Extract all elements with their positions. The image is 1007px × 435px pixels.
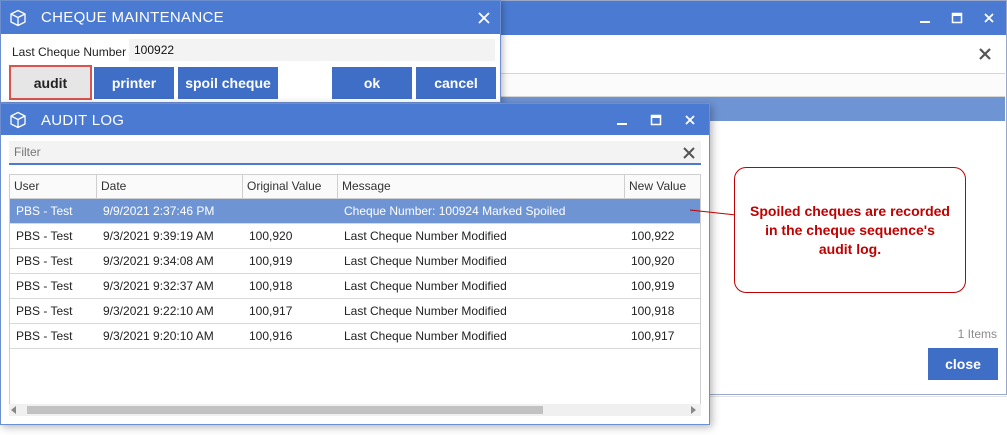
table-row[interactable]: PBS - Test 9/3/2021 9:20:10 AM 100,916 L… — [10, 324, 700, 349]
cell-message: Last Cheque Number Modified — [344, 279, 507, 293]
close-button[interactable]: close — [928, 348, 998, 380]
cancel-button[interactable]: cancel — [416, 67, 496, 99]
cell-user: PBS - Test — [16, 279, 73, 293]
last-cheque-number-input[interactable] — [129, 39, 495, 61]
scroll-left-icon[interactable] — [10, 406, 18, 414]
column-header-original-value[interactable]: Original Value — [243, 175, 338, 199]
audit-log-window-controls — [613, 111, 699, 129]
cell-original-value: 100,918 — [249, 279, 293, 293]
background-window-controls — [916, 9, 998, 27]
printer-button[interactable]: printer — [94, 67, 174, 99]
table-row[interactable]: PBS - Test 9/3/2021 9:39:19 AM 100,920 L… — [10, 224, 700, 249]
cube-icon — [9, 9, 27, 27]
background-grid-header — [501, 73, 1005, 97]
cheque-maintenance-titlebar: CHEQUE MAINTENANCE — [1, 1, 500, 34]
cell-new-value: 100,917 — [631, 329, 675, 343]
cell-user: PBS - Test — [16, 204, 73, 218]
close-icon[interactable] — [475, 9, 493, 27]
cell-date: 9/3/2021 9:20:10 AM — [103, 329, 214, 343]
column-header-user[interactable]: User — [10, 175, 97, 199]
column-header-new-value[interactable]: New Value — [625, 175, 700, 199]
filter-input[interactable] — [9, 141, 701, 165]
minimize-icon[interactable] — [916, 9, 934, 27]
cell-date: 9/3/2021 9:22:10 AM — [103, 304, 214, 318]
last-cheque-number-label: Last Cheque Number — [12, 45, 127, 59]
cell-message: Last Cheque Number Modified — [344, 329, 507, 343]
callout-pointer-icon — [689, 209, 737, 216]
audit-log-dialog: AUDIT LOG User Date Original Value Messa… — [0, 103, 710, 425]
cell-date: 9/3/2021 9:34:08 AM — [103, 254, 214, 268]
items-count: 1 Items — [957, 327, 997, 341]
grid-header: User Date Original Value Message New Val… — [10, 175, 700, 199]
maximize-icon[interactable] — [948, 9, 966, 27]
cell-original-value: 100,917 — [249, 304, 293, 318]
cheque-maintenance-dialog: CHEQUE MAINTENANCE Last Cheque Number au… — [0, 0, 501, 103]
cell-user: PBS - Test — [16, 304, 73, 318]
dialog-title: AUDIT LOG — [41, 112, 125, 129]
audit-button[interactable]: audit — [9, 65, 92, 100]
cell-original-value: 100,920 — [249, 229, 293, 243]
cell-date: 9/3/2021 9:39:19 AM — [103, 229, 214, 243]
callout-note: Spoiled cheques are recorded in the cheq… — [734, 167, 966, 293]
cell-message: Last Cheque Number Modified — [344, 229, 507, 243]
cell-date: 9/9/2021 2:37:46 PM — [103, 204, 215, 218]
cell-message: Last Cheque Number Modified — [344, 304, 507, 318]
minimize-icon[interactable] — [613, 111, 631, 129]
clear-filter-icon[interactable] — [681, 145, 697, 161]
cell-user: PBS - Test — [16, 229, 73, 243]
cell-new-value: 100,922 — [631, 229, 675, 243]
scroll-right-icon[interactable] — [689, 406, 697, 414]
table-row[interactable]: PBS - Test 9/3/2021 9:32:37 AM 100,918 L… — [10, 274, 700, 299]
cell-new-value: 100,919 — [631, 279, 675, 293]
audit-log-grid: User Date Original Value Message New Val… — [9, 174, 701, 414]
table-row[interactable]: PBS - Test 9/3/2021 9:34:08 AM 100,919 L… — [10, 249, 700, 274]
cell-original-value: 100,916 — [249, 329, 293, 343]
cell-original-value — [243, 199, 338, 223]
close-icon[interactable] — [975, 44, 995, 64]
cell-new-value: 100,920 — [631, 254, 675, 268]
table-row[interactable]: PBS - Test 9/3/2021 9:22:10 AM 100,917 L… — [10, 299, 700, 324]
scrollbar-thumb[interactable] — [27, 406, 543, 414]
cell-date: 9/3/2021 9:32:37 AM — [103, 279, 214, 293]
dialog-title: CHEQUE MAINTENANCE — [41, 9, 224, 26]
cell-user: PBS - Test — [16, 254, 73, 268]
ok-button[interactable]: ok — [332, 67, 412, 99]
maximize-icon[interactable] — [647, 111, 665, 129]
close-icon[interactable] — [681, 111, 699, 129]
cube-icon — [9, 111, 27, 129]
horizontal-scrollbar[interactable] — [9, 404, 701, 416]
cell-user: PBS - Test — [16, 329, 73, 343]
column-header-message[interactable]: Message — [338, 175, 625, 199]
spoil-cheque-button[interactable]: spoil cheque — [178, 67, 278, 99]
cell-new-value: 100,918 — [631, 304, 675, 318]
close-icon[interactable] — [980, 9, 998, 27]
table-row[interactable]: PBS - Test 9/9/2021 2:37:46 PM Cheque Nu… — [10, 199, 700, 224]
cell-original-value: 100,919 — [249, 254, 293, 268]
audit-log-titlebar: AUDIT LOG — [1, 104, 709, 135]
cell-message: Cheque Number: 100924 Marked Spoiled — [344, 204, 566, 218]
column-header-date[interactable]: Date — [97, 175, 243, 199]
cell-message: Last Cheque Number Modified — [344, 254, 507, 268]
